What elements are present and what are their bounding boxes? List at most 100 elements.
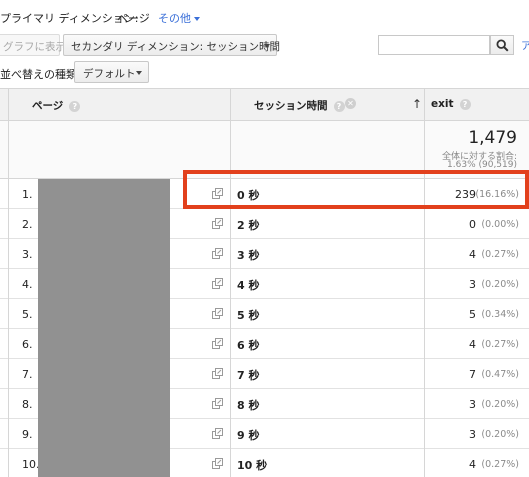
exit-value: 3: [469, 428, 476, 441]
column-divider: [424, 89, 425, 477]
help-icon[interactable]: ?: [459, 98, 471, 110]
exit-percent: (0.47%): [481, 369, 519, 380]
redacted-page-cell[interactable]: [38, 179, 170, 209]
exit-value: 0: [469, 218, 476, 231]
open-link-icon[interactable]: [212, 338, 223, 349]
column-divider: [8, 89, 9, 477]
row-number: 9.: [22, 428, 33, 441]
table-row: 8. 8 秒 3 (0.20%): [0, 389, 529, 419]
table-row: 10. 10 秒 4 (0.27%): [0, 449, 529, 477]
redacted-page-cell[interactable]: [38, 449, 170, 477]
table-row: 6. 6 秒 4 (0.27%): [0, 329, 529, 359]
row-number: 2.: [22, 218, 33, 231]
highlight-box: [183, 170, 529, 209]
exit-percent: (0.20%): [481, 429, 519, 440]
exit-value: 3: [469, 278, 476, 291]
exit-value: 7: [469, 368, 476, 381]
exit-percent: (0.27%): [481, 459, 519, 470]
row-number: 7.: [22, 368, 33, 381]
row-number: 10.: [22, 458, 40, 471]
dimension-bar: プライマリ ディメンション: ページ その他: [0, 0, 529, 34]
row-number: 4.: [22, 278, 33, 291]
exit-percent: (0.20%): [481, 279, 519, 290]
session-time-cell[interactable]: 4 秒: [237, 277, 259, 293]
exit-value: 4: [469, 458, 476, 471]
row-number: 6.: [22, 338, 33, 351]
table-row: 7. 7 秒 7 (0.47%): [0, 359, 529, 389]
redacted-page-cell[interactable]: [38, 239, 170, 269]
header-page[interactable]: ページ?: [32, 89, 81, 120]
redacted-page-cell[interactable]: [38, 209, 170, 239]
table-header: ページ? セッション時間? ✕ ↑ exit?: [0, 89, 529, 121]
data-table: ページ? セッション時間? ✕ ↑ exit? 1,479 全体に対する割合: …: [0, 88, 529, 477]
session-time-cell[interactable]: 9 秒: [237, 427, 259, 443]
redacted-page-cell[interactable]: [38, 269, 170, 299]
summary-percent-value: 1.63% (90,519): [447, 160, 517, 170]
exit-percent: (0.00%): [481, 219, 519, 230]
help-icon[interactable]: ?: [69, 100, 81, 112]
chevron-down-icon: [194, 17, 200, 21]
exit-percent: (0.20%): [481, 399, 519, 410]
search-button[interactable]: [490, 35, 514, 55]
redacted-page-cell[interactable]: [38, 389, 170, 419]
open-link-icon[interactable]: [212, 248, 223, 259]
session-time-cell[interactable]: 8 秒: [237, 397, 259, 413]
secondary-dimension-label: セカンダリ ディメンション: セッション時間: [71, 41, 280, 53]
header-session-label: セッション時間: [254, 100, 328, 112]
header-exit-label: exit: [431, 98, 454, 110]
other-dimension-link[interactable]: その他: [158, 10, 200, 26]
session-time-cell[interactable]: 2 秒: [237, 217, 259, 233]
exit-percent: (0.27%): [481, 249, 519, 260]
session-time-cell[interactable]: 3 秒: [237, 247, 259, 263]
row-number: 8.: [22, 398, 33, 411]
show-in-graph-button[interactable]: グラフに表示: [0, 34, 66, 56]
redacted-page-cell[interactable]: [38, 359, 170, 389]
redacted-page-cell[interactable]: [38, 299, 170, 329]
header-exit[interactable]: exit?: [431, 89, 471, 120]
sort-type-label: 並べ替えの種類:: [0, 68, 81, 81]
table-row: 9. 9 秒 3 (0.20%): [0, 419, 529, 449]
secondary-dimension-select[interactable]: セカンダリ ディメンション: セッション時間: [63, 34, 280, 56]
open-link-icon[interactable]: [212, 308, 223, 319]
exit-value: 5: [469, 308, 476, 321]
redacted-page-cell[interactable]: [38, 419, 170, 449]
chevron-down-icon: [264, 44, 270, 48]
row-number: 1.: [22, 188, 33, 201]
row-number: 5.: [22, 308, 33, 321]
search-icon: [496, 39, 509, 52]
session-time-cell[interactable]: 5 秒: [237, 307, 259, 323]
open-link-icon[interactable]: [212, 458, 223, 469]
exit-value: 4: [469, 248, 476, 261]
sort-type-select[interactable]: デフォルト: [74, 61, 149, 83]
row-number: 3.: [22, 248, 33, 261]
open-link-icon[interactable]: [212, 368, 223, 379]
redacted-page-cell[interactable]: [38, 329, 170, 359]
close-icon[interactable]: ✕: [345, 98, 356, 109]
chevron-down-icon: [136, 71, 142, 75]
advanced-search-link[interactable]: ア: [521, 38, 529, 53]
exit-percent: (0.34%): [481, 309, 519, 320]
open-link-icon[interactable]: [212, 428, 223, 439]
table-row: 4. 4 秒 3 (0.20%): [0, 269, 529, 299]
exit-percent: (0.27%): [481, 339, 519, 350]
session-time-cell[interactable]: 6 秒: [237, 337, 259, 353]
summary-total: 1,479: [468, 128, 517, 148]
column-divider: [230, 89, 231, 477]
table-row: 3. 3 秒 4 (0.27%): [0, 239, 529, 269]
help-icon[interactable]: ?: [333, 100, 345, 112]
open-link-icon[interactable]: [212, 278, 223, 289]
primary-dimension-value[interactable]: ページ: [117, 10, 150, 26]
search-input[interactable]: [378, 35, 490, 55]
exit-value: 4: [469, 338, 476, 351]
table-row: 5. 5 秒 5 (0.34%): [0, 299, 529, 329]
header-page-label: ページ: [32, 100, 64, 112]
sort-type-value: デフォルト: [83, 68, 136, 80]
open-link-icon[interactable]: [212, 398, 223, 409]
session-time-cell[interactable]: 10 秒: [237, 457, 267, 473]
exit-value: 3: [469, 398, 476, 411]
sort-arrow-up-icon[interactable]: ↑: [412, 97, 422, 111]
header-session-time[interactable]: セッション時間?: [254, 89, 345, 120]
session-time-cell[interactable]: 7 秒: [237, 367, 259, 383]
other-dimension-label: その他: [158, 12, 191, 25]
open-link-icon[interactable]: [212, 218, 223, 229]
